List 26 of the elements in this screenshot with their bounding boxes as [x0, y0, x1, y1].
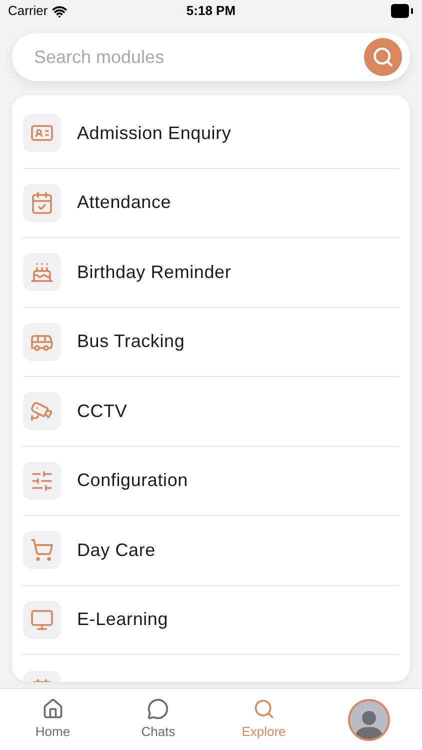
profile-avatar[interactable] — [348, 698, 390, 740]
sliders-icon — [30, 468, 54, 493]
module-item[interactable]: E-Learning — [23, 586, 399, 655]
carrier-label: Carrier — [8, 2, 48, 20]
search-bar[interactable]: Search modules — [12, 33, 410, 81]
search-icon — [252, 698, 275, 720]
search-button[interactable] — [364, 38, 402, 76]
search-field[interactable]: Search modules — [34, 44, 364, 70]
tab-item[interactable]: Chats — [106, 689, 211, 750]
search-icon — [372, 46, 394, 68]
cake-icon — [30, 260, 54, 284]
module-item[interactable]: Configuration — [23, 446, 399, 516]
module-item[interactable]: CCTV — [23, 377, 399, 446]
module-item[interactable]: Attendance — [23, 168, 399, 238]
module-item[interactable]: Day Care — [23, 516, 399, 586]
module-item[interactable]: Birthday Reminder — [23, 238, 399, 308]
security-camera-icon — [30, 399, 54, 424]
calendar-check-icon — [30, 190, 54, 215]
chat-bubble-icon — [147, 698, 170, 720]
module-item[interactable]: Admission Enquiry — [23, 99, 399, 168]
tab-item[interactable]: Home — [0, 689, 106, 750]
wifi-icon — [52, 4, 67, 18]
home-icon — [42, 698, 64, 720]
status-time: 5:18 PM — [186, 2, 236, 20]
module-item[interactable]: Bus Tracking — [23, 308, 399, 377]
monitor-icon — [30, 608, 54, 632]
